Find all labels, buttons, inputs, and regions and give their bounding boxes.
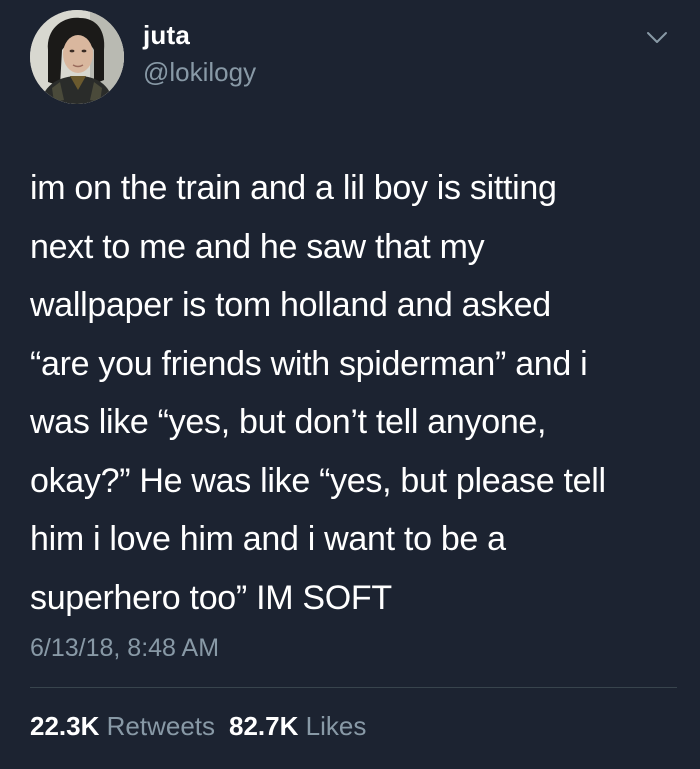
tweet-timestamp[interactable]: 6/13/18, 8:48 AM: [30, 634, 219, 663]
tweet-stats: 22.3K Retweets 82.7K Likes: [30, 711, 366, 742]
retweets-stat[interactable]: 22.3K Retweets: [30, 711, 215, 741]
chevron-down-icon[interactable]: [646, 31, 668, 45]
tweet-text: im on the train and a lil boy is sitting…: [30, 159, 680, 627]
tweet-text-line: wallpaper is tom holland and asked: [30, 286, 551, 324]
user-handle[interactable]: @lokilogy: [143, 57, 256, 88]
retweets-label: Retweets: [106, 711, 216, 741]
tweet-text-line: him i love him and i want to be a: [30, 520, 506, 558]
likes-count: 82.7K: [229, 711, 299, 741]
tweet-text-line: next to me and he saw that my: [30, 227, 485, 266]
likes-stat[interactable]: 82.7K Likes: [229, 711, 366, 741]
tweet-text-line: okay?” He was like “yes, but please tell: [30, 461, 606, 500]
avatar[interactable]: [30, 10, 124, 104]
retweets-count: 22.3K: [30, 711, 100, 741]
display-name[interactable]: juta: [143, 20, 190, 51]
tweet-text-line: im on the train and a lil boy is sitting: [30, 169, 557, 207]
likes-label: Likes: [305, 711, 367, 741]
divider: [30, 687, 677, 688]
avatar-image: [30, 10, 124, 104]
tweet-card: juta @lokilogy im on the train and a lil…: [0, 0, 700, 769]
tweet-text-line: superhero too” IM SOFT: [30, 578, 392, 617]
tweet-text-line: was like “yes, but don’t tell anyone,: [30, 403, 547, 441]
tweet-text-line: “are you friends with spiderman” and i: [30, 344, 588, 383]
